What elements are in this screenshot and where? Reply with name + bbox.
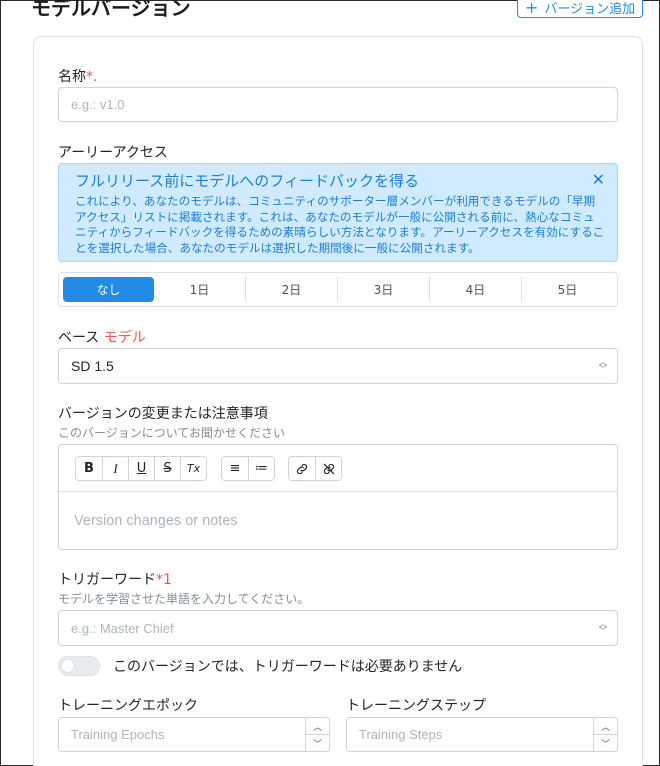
alert-body: これにより、あなたのモデルは、コミュニティのサポーター層メンバーが利用できるモデ… <box>75 194 605 255</box>
steps-input[interactable]: Training Steps ︿ ﹀ <box>346 717 618 752</box>
close-icon[interactable]: ✕ <box>592 172 605 188</box>
base-model-label-accent: モデル <box>103 330 146 346</box>
notes-label: バージョンの変更または注意事項 <box>58 406 268 422</box>
base-model-label-prefix: ベース <box>58 330 100 346</box>
trigger-words-description: モデルを学習させた単語を入力してください。 <box>58 592 310 606</box>
decrement-icon[interactable]: ﹀ <box>594 734 617 751</box>
toggle-knob <box>61 659 75 673</box>
no-trigger-words-label: このバージョンでは、トリガーワードは必要ありません <box>113 659 463 675</box>
strikethrough-icon[interactable]: S <box>154 457 180 480</box>
no-trigger-words-toggle[interactable] <box>58 656 100 676</box>
early-access-option-none[interactable]: なし <box>63 277 154 302</box>
name-placeholder: e.g.: v1.0 <box>71 97 125 112</box>
increment-icon[interactable]: ︿ <box>306 718 329 734</box>
steps-stepper: ︿ ﹀ <box>593 718 617 751</box>
early-access-option-3d[interactable]: 3日 <box>337 277 429 302</box>
bullet-list-icon[interactable]: ≡ <box>222 457 248 480</box>
notes-editor: B I U S Tx ≡ ≔ Version changes or notes <box>58 444 618 550</box>
trigger-words-input[interactable]: e.g.: Master Chief ︿ ﹀ <box>58 610 618 646</box>
page-title: モデルバージョン <box>31 0 191 20</box>
add-version-label: バージョン追加 <box>544 2 636 17</box>
required-mark: *1 <box>156 572 172 588</box>
base-model-value: SD 1.5 <box>71 358 114 374</box>
notes-placeholder[interactable]: Version changes or notes <box>74 513 238 529</box>
steps-label: トレーニングステップ <box>346 698 486 714</box>
trigger-words-placeholder: e.g.: Master Chief <box>71 620 174 636</box>
increment-icon[interactable]: ︿ <box>594 718 617 734</box>
add-version-button[interactable]: + バージョン追加 <box>517 0 643 18</box>
steps-placeholder: Training Steps <box>359 727 443 742</box>
early-access-option-4d[interactable]: 4日 <box>429 277 521 302</box>
plus-icon: + <box>524 0 539 17</box>
chevron-updown-icon: ︿ ﹀ <box>598 357 608 374</box>
base-model-select[interactable]: SD 1.5 ︿ ﹀ <box>58 348 618 384</box>
early-access-option-1d[interactable]: 1日 <box>154 277 245 302</box>
alert-title: フルリリース前にモデルへのフィードバックを得る <box>75 172 419 190</box>
list-group: ≡ ≔ <box>221 456 275 481</box>
name-input[interactable]: e.g.: v1.0 <box>58 87 618 122</box>
bold-icon[interactable]: B <box>76 457 102 480</box>
early-access-alert: フルリリース前にモデルへのフィードバックを得る ✕ これにより、あなたのモデルは… <box>58 163 618 262</box>
unlink-icon[interactable] <box>315 457 341 480</box>
epochs-input[interactable]: Training Epochs ︿ ﹀ <box>58 717 330 752</box>
name-label-text: 名称 <box>58 69 86 85</box>
epochs-placeholder: Training Epochs <box>71 727 165 742</box>
link-group <box>288 456 342 481</box>
format-group: B I U S Tx <box>75 456 207 481</box>
decrement-icon[interactable]: ﹀ <box>306 734 329 751</box>
epochs-stepper: ︿ ﹀ <box>305 718 329 751</box>
trigger-words-label: トリガーワード*1 <box>58 569 172 589</box>
clear-format-icon[interactable]: Tx <box>180 457 206 480</box>
name-label: 名称*. <box>58 66 97 86</box>
ordered-list-icon[interactable]: ≔ <box>248 457 274 480</box>
editor-toolbar: B I U S Tx ≡ ≔ <box>59 445 617 492</box>
early-access-label: アーリーアクセス <box>58 145 168 161</box>
chevron-updown-icon: ︿ ﹀ <box>598 619 608 636</box>
base-model-label: ベース モデル <box>58 327 146 347</box>
epochs-label: トレーニングエポック <box>58 698 198 714</box>
italic-icon[interactable]: I <box>102 457 128 480</box>
link-icon[interactable] <box>289 457 315 480</box>
underline-icon[interactable]: U <box>128 457 154 480</box>
notes-description: このバージョンについてお聞かせください <box>58 426 286 440</box>
early-access-option-2d[interactable]: 2日 <box>245 277 337 302</box>
early-access-days-selector: なし 1日 2日 3日 4日 5日 <box>58 272 618 307</box>
early-access-option-5d[interactable]: 5日 <box>521 277 613 302</box>
required-mark: *. <box>86 69 98 85</box>
trigger-words-label-text: トリガーワード <box>58 572 156 588</box>
